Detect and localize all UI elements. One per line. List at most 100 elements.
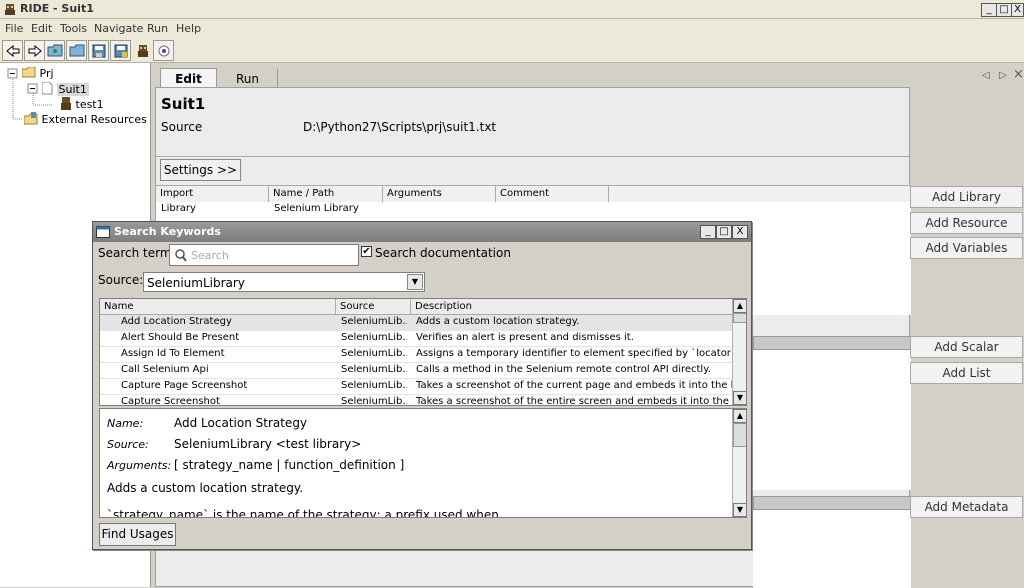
keyword-source: SeleniumLib...	[341, 380, 407, 391]
table-row[interactable]: Assign Id To Element SeleniumLib... Assi…	[100, 347, 739, 363]
keyword-description: Takes a screenshot of the entire screen …	[416, 396, 747, 406]
back-arrow-icon[interactable]	[2, 40, 23, 61]
close-window-button[interactable]: X	[1011, 3, 1024, 17]
dialog-minimize-button[interactable]: _	[700, 225, 716, 239]
menu-help[interactable]: Help	[176, 22, 201, 35]
column-header-arguments[interactable]: Arguments	[383, 186, 496, 202]
column-header-comment[interactable]: Comment	[496, 186, 609, 202]
keyword-name: Capture Screenshot	[121, 396, 220, 406]
keyword-source: SeleniumLib...	[341, 332, 407, 343]
menu-tools[interactable]: Tools	[60, 22, 87, 35]
detail-source-label: Source:	[107, 438, 149, 451]
keyword-source: SeleniumLib...	[341, 396, 407, 406]
tree-label-prj: Prj	[39, 67, 54, 80]
keyword-details-panel: Name: Add Location Strategy Source: Sele…	[99, 408, 747, 518]
search-keywords-dialog: Search Keywords _ □ X Search term: Searc…	[92, 221, 752, 550]
search-term-label: Search term:	[98, 246, 176, 260]
details-scrollbar[interactable]: ▲ ▼	[732, 409, 746, 517]
results-scrollbar[interactable]: ▲ ▼	[732, 299, 746, 405]
toolbar	[0, 38, 1024, 63]
add-variables-button[interactable]: Add Variables	[910, 237, 1023, 259]
detail-name-label: Name:	[107, 417, 144, 430]
add-scalar-button[interactable]: Add Scalar	[910, 336, 1023, 358]
table-row[interactable]: Add Location Strategy SeleniumLib... Add…	[100, 315, 732, 331]
robot-icon[interactable]	[132, 40, 153, 61]
save-icon[interactable]	[88, 40, 109, 61]
add-metadata-button[interactable]: Add Metadata	[910, 496, 1023, 518]
scalar-table-header	[753, 336, 911, 350]
scroll-up-arrow-icon[interactable]: ▲	[733, 299, 746, 313]
forward-arrow-icon[interactable]	[24, 40, 45, 61]
tree-node-test1[interactable]: test1	[60, 97, 104, 111]
keyword-name: Alert Should Be Present	[121, 332, 240, 343]
minimize-button[interactable]: _	[981, 3, 997, 17]
keyword-name: Capture Page Screenshot	[121, 380, 248, 391]
column-header-blank	[609, 186, 911, 202]
save-all-icon[interactable]	[110, 40, 131, 61]
open-directory-icon[interactable]	[66, 40, 87, 61]
keyword-description: Takes a screenshot of the current page a…	[416, 380, 747, 391]
tree-label-test1: test1	[75, 98, 104, 111]
scroll-thumb[interactable]	[733, 423, 746, 447]
tab-nav-next-icon[interactable]: ▷	[999, 70, 1007, 81]
scroll-down-arrow-icon[interactable]: ▼	[733, 391, 746, 405]
robot-app-icon	[5, 4, 15, 15]
table-row[interactable]: Library Selenium Library	[156, 202, 911, 217]
table-row[interactable]: Alert Should Be Present SeleniumLib... V…	[100, 331, 732, 347]
search-placeholder: Search	[191, 249, 229, 262]
chevron-down-icon[interactable]: ▼	[407, 274, 423, 290]
source-select[interactable]: SeleniumLibrary ▼	[143, 272, 425, 292]
settings-button[interactable]: Settings >>	[160, 159, 241, 181]
column-header-source[interactable]: Source	[336, 299, 411, 315]
table-row[interactable]: Capture Page Screenshot SeleniumLib... T…	[100, 379, 746, 395]
menu-edit[interactable]: Edit	[31, 22, 52, 35]
dialog-title: Search Keywords	[114, 225, 221, 238]
tree-node-prj[interactable]: Prj	[21, 66, 54, 80]
add-library-button[interactable]: Add Library	[910, 186, 1023, 208]
folder-icon	[21, 66, 36, 78]
tree-node-suit1[interactable]: Suit1	[41, 81, 89, 96]
column-header-name-path[interactable]: Name / Path	[269, 186, 383, 202]
open-folder-icon[interactable]	[44, 40, 65, 61]
menu-file[interactable]: File	[5, 22, 23, 35]
tree-node-external-resources[interactable]: External Resources	[23, 112, 147, 126]
dialog-close-button[interactable]: X	[732, 225, 748, 239]
keyword-source: SeleniumLib...	[341, 364, 407, 375]
search-documentation-label: Search documentation	[375, 246, 511, 260]
scroll-thumb[interactable]	[733, 313, 746, 323]
table-row[interactable]: Capture Screenshot SeleniumLib... Takes …	[100, 395, 746, 406]
column-header-description[interactable]: Description	[411, 299, 733, 315]
detail-doc-text: `strategy_name` is the name of the strat…	[107, 508, 499, 518]
table-row[interactable]: Call Selenium Api SeleniumLib... Calls a…	[100, 363, 732, 379]
menu-navigate[interactable]: Navigate	[94, 22, 143, 35]
divider	[156, 156, 911, 157]
keyword-name: Call Selenium Api	[121, 364, 209, 375]
search-documentation-checkbox[interactable]: ✔	[361, 246, 372, 257]
keyword-source: SeleniumLib...	[341, 316, 407, 327]
tab-close-icon[interactable]: ×	[1013, 67, 1024, 82]
dialog-maximize-button[interactable]: □	[716, 225, 732, 239]
detail-description: Adds a custom location strategy.	[107, 481, 304, 495]
column-header-import[interactable]: Import	[156, 186, 269, 202]
keyword-description: Verifies an alert is present and dismiss…	[416, 332, 634, 343]
maximize-button[interactable]: □	[996, 3, 1012, 17]
keyword-name: Add Location Strategy	[121, 316, 232, 327]
scroll-down-arrow-icon[interactable]: ▼	[733, 503, 746, 517]
window-icon	[96, 226, 110, 238]
tab-nav-prev-icon[interactable]: ◁	[982, 70, 990, 81]
keyword-name: Assign Id To Element	[121, 348, 225, 359]
stop-icon[interactable]	[153, 40, 174, 61]
dialog-title-bar[interactable]: Search Keywords _ □ X	[93, 222, 751, 242]
add-list-button[interactable]: Add List	[910, 362, 1023, 384]
detail-arguments-label: Arguments:	[107, 459, 172, 472]
menu-run[interactable]: Run	[147, 22, 168, 35]
add-resource-button[interactable]: Add Resource	[910, 212, 1023, 234]
source-label: Source	[161, 120, 203, 134]
source-label: Source:	[98, 273, 144, 287]
search-input[interactable]: Search	[169, 244, 359, 266]
find-usages-button[interactable]: Find Usages	[99, 523, 176, 546]
cell-import: Library	[161, 203, 196, 214]
title-bar: RIDE - Suit1 _ □ X	[0, 0, 1024, 19]
column-header-name[interactable]: Name	[100, 299, 336, 315]
scroll-up-arrow-icon[interactable]: ▲	[733, 409, 746, 423]
